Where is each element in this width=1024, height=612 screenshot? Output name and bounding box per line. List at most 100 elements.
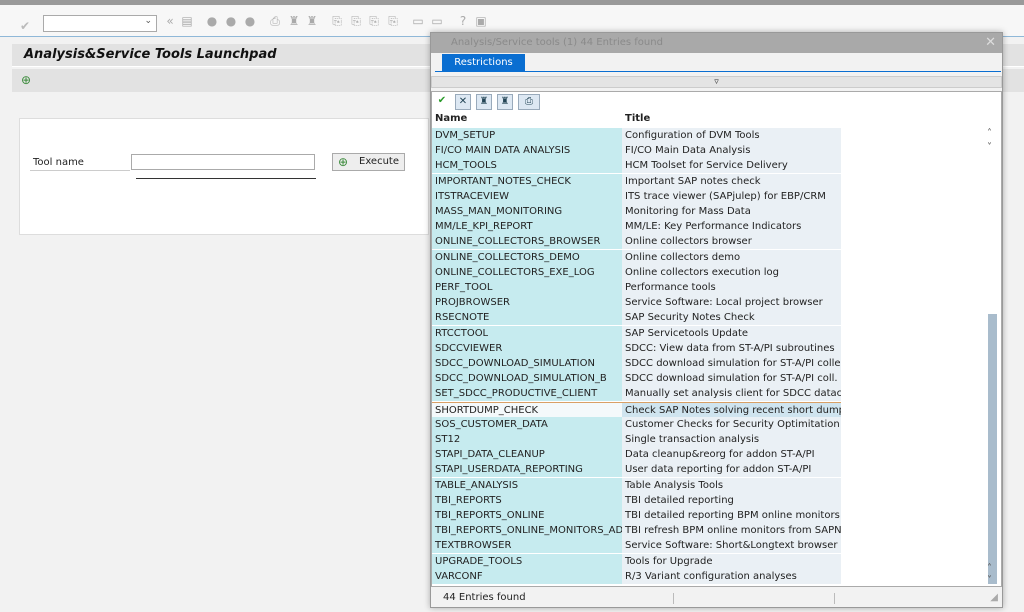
tab-restrictions[interactable]: Restrictions	[442, 54, 525, 72]
table-row[interactable]: RSECNOTE SAP Security Notes Check	[432, 310, 841, 326]
table-row[interactable]: VARCONF R/3 Variant configuration analyse…	[432, 568, 841, 584]
cell-name: ITSTRACEVIEW	[432, 188, 622, 204]
table-row[interactable]: TBI_REPORTS TBI detailed reporting	[432, 492, 841, 508]
cell-name: FI/CO MAIN DATA ANALYSIS	[432, 143, 622, 159]
footer-divider	[834, 593, 835, 604]
restrictions-toggle[interactable]: ▿	[431, 76, 1002, 88]
execute-button[interactable]: ⊕ Execute	[332, 153, 405, 171]
table-row[interactable]: HCM_TOOLS HCM Toolset for Service Deliver…	[432, 158, 841, 174]
column-header-name[interactable]: Name	[435, 113, 467, 124]
back-arrow-icon[interactable]: «	[163, 14, 177, 28]
scrollbar-thumb[interactable]	[988, 314, 997, 584]
scroll-down-icon[interactable]: ˅	[987, 142, 992, 153]
help-icon[interactable]: ?	[456, 14, 470, 28]
value-help-dialog: Analysis/Service tools (1) 44 Entries fo…	[430, 32, 1003, 608]
expand-icon: ▿	[714, 77, 719, 87]
find-next-icon[interactable]: ♜	[497, 94, 513, 110]
enter-icon[interactable]: ✔	[18, 19, 32, 33]
print-icon[interactable]: ⎙	[268, 14, 282, 28]
last-page-icon[interactable]: ⎘	[386, 14, 400, 28]
cell-name: UPGRADE_TOOLS	[432, 553, 622, 569]
find-icon[interactable]: ♜	[287, 14, 301, 28]
cell-title: SDCC download simulation for ST-A/PI col…	[622, 371, 841, 387]
cell-name: TABLE_ANALYSIS	[432, 477, 622, 493]
table-row[interactable]: SOS_CUSTOMER_DATA Customer Checks for Sec…	[432, 416, 841, 432]
table-row[interactable]: SDCC_DOWNLOAD_SIMULATION SDCC download si…	[432, 356, 841, 371]
table-row[interactable]: SHORTDUMP_CHECK Check SAP Notes solving r…	[432, 401, 841, 418]
resize-grip-icon[interactable]: ◢	[990, 589, 998, 607]
table-row[interactable]: PROJBROWSER Service Software: Local proje…	[432, 295, 841, 311]
cell-title: SDCC download simulation for ST-A/PI col…	[622, 356, 841, 371]
cell-title: SDCC: View data from ST-A/PI subroutines	[622, 340, 841, 356]
cell-name: MASS_MAN_MONITORING	[432, 204, 622, 219]
execute-icon[interactable]: ⊕	[21, 73, 31, 87]
table-row[interactable]: SDCCVIEWER SDCC: View data from ST-A/PI s…	[432, 340, 841, 356]
cell-title: TBI refresh BPM online monitors from SAP…	[622, 523, 841, 539]
execute-label: Execute	[359, 156, 399, 167]
grid-header: Name Title	[432, 112, 841, 127]
tool-name-label: Tool name	[33, 157, 84, 168]
first-page-icon[interactable]: ⎘	[330, 14, 344, 28]
table-row[interactable]: IMPORTANT_NOTES_CHECK Important SAP notes…	[432, 173, 841, 189]
tool-name-input[interactable]	[131, 154, 315, 170]
input-underline	[136, 178, 316, 179]
table-row[interactable]: MASS_MAN_MONITORING Monitoring for Mass D…	[432, 204, 841, 219]
cell-name: SHORTDUMP_CHECK	[432, 402, 622, 418]
exit-icon[interactable]: ●	[224, 14, 238, 28]
cell-title: SAP Servicetools Update	[622, 325, 841, 341]
cell-name: ONLINE_COLLECTORS_DEMO	[432, 249, 622, 265]
page-title: Analysis&Service Tools Launchpad	[24, 47, 277, 62]
confirm-icon[interactable]: ✔	[434, 94, 450, 110]
new-session-icon[interactable]: ▭	[411, 14, 425, 28]
table-row[interactable]: SDCC_DOWNLOAD_SIMULATION_B SDCC download …	[432, 371, 841, 387]
table-row[interactable]: STAPI_USERDATA_REPORTING User data report…	[432, 462, 841, 478]
table-row[interactable]: ITSTRACEVIEW ITS trace viewer (SAPjulep) …	[432, 188, 841, 204]
layout-menu-icon[interactable]: ▣	[474, 14, 488, 28]
scroll-up-icon[interactable]: ˄	[987, 563, 992, 574]
print-icon[interactable]: ⎙	[518, 94, 540, 110]
status-footer: 44 Entries found ◢	[431, 589, 1002, 607]
scroll-down-icon[interactable]: ˅	[987, 575, 992, 586]
cell-title: Online collectors execution log	[622, 264, 841, 280]
cell-name: ONLINE_COLLECTORS_EXE_LOG	[432, 264, 622, 280]
table-row[interactable]: MM/LE_KPI_REPORT MM/LE: Key Performance I…	[432, 219, 841, 235]
find-icon[interactable]: ♜	[476, 94, 492, 110]
cell-name: PERF_TOOL	[432, 280, 622, 295]
table-row[interactable]: SET_SDCC_PRODUCTIVE_CLIENT Manually set a…	[432, 386, 841, 402]
tab-divider	[435, 71, 1001, 72]
previous-page-icon[interactable]: ⎘	[349, 14, 363, 28]
execute-icon: ⊕	[338, 155, 349, 169]
cancel-icon[interactable]: ✕	[455, 94, 471, 110]
table-row[interactable]: ST12 Single transaction analysis	[432, 432, 841, 447]
next-page-icon[interactable]: ⎘	[367, 14, 381, 28]
table-row[interactable]: TEXTBROWSER Service Software: Short&Longt…	[432, 538, 841, 554]
table-row[interactable]: DVM_SETUP Configuration of DVM Tools	[432, 128, 841, 143]
table-row[interactable]: PERF_TOOL Performance tools	[432, 280, 841, 295]
table-row[interactable]: STAPI_DATA_CLEANUP Data cleanup&reorg for…	[432, 447, 841, 463]
scroll-up-icon[interactable]: ˄	[987, 128, 992, 139]
table-row[interactable]: RTCCTOOL SAP Servicetools Update	[432, 325, 841, 341]
table-row[interactable]: TABLE_ANALYSIS Table Analysis Tools	[432, 477, 841, 493]
save-icon[interactable]: ▤	[180, 14, 194, 28]
cell-name: MM/LE_KPI_REPORT	[432, 219, 622, 235]
cell-title: Service Software: Short&Longtext browser	[622, 538, 841, 554]
cell-title: ITS trace viewer (SAPjulep) for EBP/CRM	[622, 188, 841, 204]
cancel-icon[interactable]: ●	[243, 14, 257, 28]
selection-panel	[19, 118, 429, 235]
table-row[interactable]: ONLINE_COLLECTORS_DEMO Online collectors …	[432, 249, 841, 265]
table-row[interactable]: FI/CO MAIN DATA ANALYSIS FI/CO Main Data …	[432, 143, 841, 159]
table-row[interactable]: TBI_REPORTS_ONLINE_MONITORS_ADMI TBI refr…	[432, 523, 841, 539]
find-next-icon[interactable]: ♜	[305, 14, 319, 28]
cell-name: SET_SDCC_PRODUCTIVE_CLIENT	[432, 386, 622, 402]
vertical-scrollbar[interactable]: ˄ ˅ ˄ ˅	[984, 128, 1000, 586]
table-row[interactable]: ONLINE_COLLECTORS_BROWSER Online collecto…	[432, 234, 841, 250]
entries-count: 44 Entries found	[443, 592, 526, 603]
table-row[interactable]: TBI_REPORTS_ONLINE TBI detailed reporting…	[432, 508, 841, 523]
column-header-title[interactable]: Title	[625, 113, 650, 124]
table-row[interactable]: ONLINE_COLLECTORS_EXE_LOG Online collecto…	[432, 264, 841, 280]
close-icon[interactable]: ✕	[985, 33, 996, 53]
shortcut-icon[interactable]: ▭	[430, 14, 444, 28]
command-field[interactable]: ⌄	[43, 15, 157, 32]
table-row[interactable]: UPGRADE_TOOLS Tools for Upgrade	[432, 553, 841, 569]
back-icon[interactable]: ●	[205, 14, 219, 28]
